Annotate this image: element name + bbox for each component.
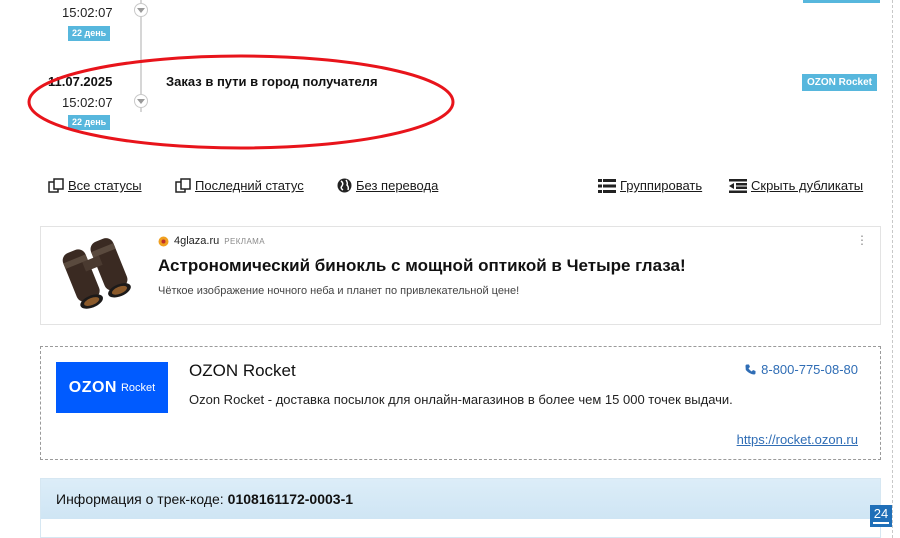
outdent-icon: [729, 178, 747, 193]
chevron-down-icon: [137, 98, 145, 104]
ad-description: Чёткое изображение ночного неба и планет…: [158, 285, 520, 297]
carrier-card: OZON Rocket OZON Rocket Ozon Rocket - до…: [40, 346, 881, 460]
prev-event-time: 15:02:07: [62, 5, 113, 20]
group-link[interactable]: Группировать: [598, 178, 702, 193]
last-status-label: Последний статус: [195, 178, 304, 193]
ad-menu-icon[interactable]: ⋮: [856, 233, 868, 247]
logo-word-rocket: Rocket: [120, 381, 156, 394]
prev-event-carrier-tag: [803, 0, 880, 3]
phone-icon: [745, 364, 756, 375]
track-info-header: Информация о трек-коде: 0108161172-0003-…: [41, 479, 880, 519]
no-translation-link[interactable]: Без перевода: [337, 178, 438, 193]
ad-source[interactable]: 4glaza.ru РЕКЛАМА: [158, 235, 265, 247]
event-time: 15:02:07: [62, 95, 113, 110]
binoculars-image: [62, 238, 131, 309]
ad-mark: РЕКЛАМА: [224, 236, 265, 246]
prev-event-toggle[interactable]: [134, 3, 148, 17]
event-toggle[interactable]: [134, 94, 148, 108]
last-status-link[interactable]: Последний статус: [175, 178, 304, 193]
track-code: 0108161172-0003-1: [227, 491, 354, 507]
carrier-phone: 8-800-775-08-80: [761, 362, 858, 377]
no-translation-label: Без перевода: [356, 178, 439, 193]
prev-event-day-badge: 22 день: [68, 26, 111, 41]
carrier-phone-link[interactable]: 8-800-775-08-80: [745, 362, 858, 377]
all-statuses-label: Все статусы: [68, 178, 142, 193]
copy-icon: [175, 178, 191, 193]
globe-icon: [337, 178, 352, 193]
event-date: 11.07.2025: [48, 74, 113, 89]
group-label: Группировать: [620, 178, 703, 193]
all-statuses-link[interactable]: Все статусы: [48, 178, 142, 193]
track-info-label: Информация о трек-коде:: [56, 491, 224, 507]
carrier-description: Ozon Rocket - доставка посылок для онлай…: [189, 392, 733, 407]
event-carrier-tag: OZON Rocket: [802, 74, 878, 91]
logo-word-ozon: OZON: [68, 378, 117, 396]
hide-duplicates-label: Скрыть дубликаты: [751, 178, 864, 193]
page-border: [892, 0, 893, 538]
ad-banner[interactable]: 4glaza.ru РЕКЛАМА Астрономический бинокл…: [40, 226, 881, 325]
ad-source-domain: 4glaza.ru: [174, 235, 220, 247]
carrier-website-link[interactable]: https://rocket.ozon.ru: [737, 432, 858, 447]
copy-icon: [48, 178, 64, 193]
event-day-badge: 22 день: [68, 115, 111, 130]
list-icon: [598, 178, 616, 193]
site-favicon-icon: [158, 236, 169, 246]
event-status: Заказ в пути в город получателя: [166, 74, 378, 89]
ad-title[interactable]: Астрономический бинокль с мощной оптикой…: [158, 256, 686, 276]
chevron-down-icon: [137, 7, 145, 13]
carrier-name: OZON Rocket: [189, 361, 296, 380]
track-info-panel: Информация о трек-коде: 0108161172-0003-…: [40, 478, 881, 538]
ozon-rocket-logo[interactable]: OZON Rocket: [56, 362, 168, 413]
hide-duplicates-link[interactable]: Скрыть дубликаты: [729, 178, 863, 193]
page-number-badge[interactable]: 24: [870, 505, 892, 527]
